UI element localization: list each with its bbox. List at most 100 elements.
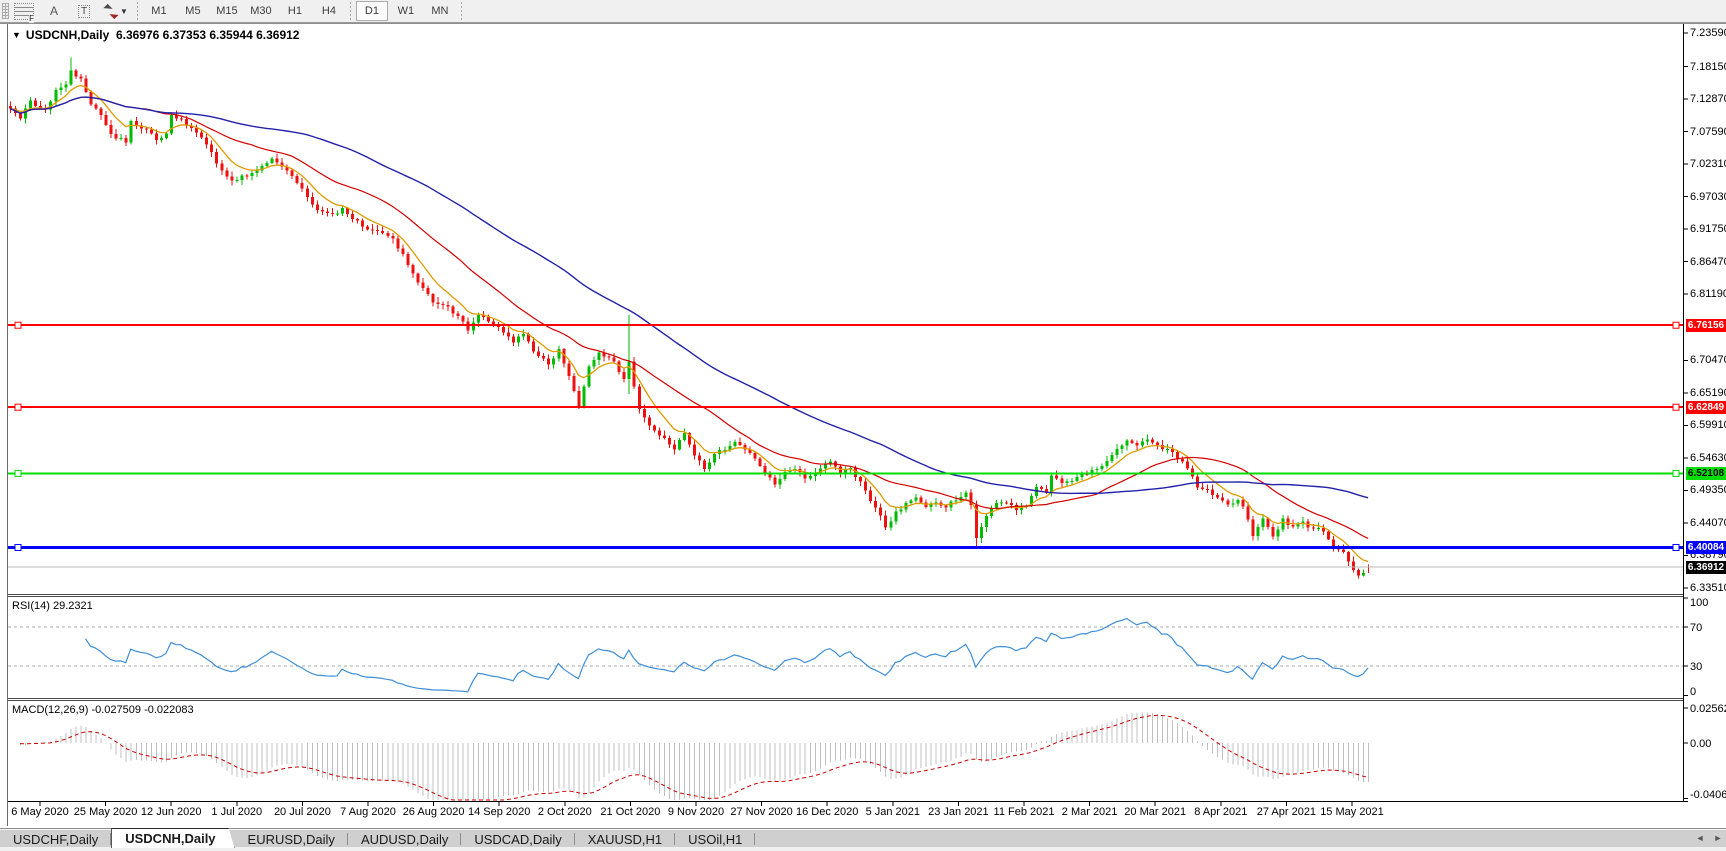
- candle-body: [693, 444, 697, 456]
- candle-body: [647, 417, 651, 426]
- candle-body: [109, 125, 113, 135]
- candle-body: [1009, 502, 1013, 506]
- level-line-6.40084[interactable]: [8, 543, 1683, 551]
- candle-body: [713, 453, 717, 463]
- candle-body: [667, 438, 671, 445]
- rsi-label: RSI(14) 29.2321: [12, 600, 93, 612]
- price-axis-label: 7.18150: [1690, 60, 1726, 73]
- tab-scroll-left-button[interactable]: ◄: [1694, 832, 1706, 844]
- candle-body: [864, 481, 868, 491]
- candle-body: [351, 214, 355, 220]
- candle-body: [1115, 449, 1119, 456]
- level-line-handle[interactable]: [14, 543, 22, 551]
- candle-body: [874, 500, 878, 508]
- candle-body: [330, 212, 334, 214]
- price-axis-label: 7.12870: [1690, 93, 1726, 106]
- candle-body: [1316, 527, 1320, 529]
- candle-body: [1150, 439, 1154, 443]
- candle-body: [542, 355, 546, 359]
- candle-body: [361, 220, 365, 227]
- level-line-6.62849[interactable]: [8, 403, 1683, 411]
- tab-usdcnh-daily[interactable]: USDCNH,Daily: [111, 828, 234, 848]
- candle-body: [275, 158, 279, 163]
- level-line-handle[interactable]: [1672, 321, 1680, 329]
- rsi-axis-label: 30: [1690, 661, 1703, 673]
- price-axis-label: 6.44070: [1690, 516, 1726, 529]
- candle-body: [1155, 442, 1159, 445]
- tab-divider: [754, 833, 756, 845]
- candle-body: [476, 315, 480, 323]
- candle-body: [1135, 443, 1139, 446]
- tab-usdcad-daily[interactable]: USDCAD,Daily: [461, 830, 575, 848]
- candle-body: [225, 170, 229, 177]
- level-line-handle[interactable]: [14, 321, 22, 329]
- candle-body: [180, 118, 184, 120]
- price-axis-label: 7.02310: [1690, 158, 1726, 171]
- level-price-tag: 6.52108: [1686, 466, 1726, 480]
- tab-scroll-right-button[interactable]: ►: [1712, 832, 1724, 844]
- macd-signal-line: [20, 714, 1369, 801]
- tab-usoil-h1[interactable]: USOil,H1: [675, 830, 756, 848]
- candle-body: [642, 409, 646, 418]
- candle-body: [622, 371, 626, 380]
- candle-body: [582, 386, 586, 408]
- candle-body: [270, 158, 274, 163]
- candle-body: [677, 440, 681, 450]
- level-line-handle[interactable]: [14, 469, 22, 477]
- candle-body: [441, 303, 445, 305]
- tab-audusd-daily[interactable]: AUDUSD,Daily: [348, 830, 462, 848]
- tab-usdchf-daily[interactable]: USDCHF,Daily: [0, 830, 112, 848]
- candle-body: [94, 104, 98, 109]
- candle-body: [386, 233, 390, 237]
- candle-body: [1362, 572, 1366, 576]
- rsi-axis-label: 70: [1690, 622, 1703, 634]
- price-axis-label: 7.07590: [1690, 125, 1726, 138]
- tab-eurusd-daily[interactable]: EURUSD,Daily: [235, 830, 348, 848]
- candle-body: [1276, 529, 1280, 537]
- tab-divider: [110, 833, 112, 845]
- level-line-6.76156[interactable]: [8, 321, 1683, 329]
- level-line-handle[interactable]: [1672, 543, 1680, 551]
- price-axis-label: 6.70470: [1690, 354, 1726, 367]
- candle-body: [637, 386, 641, 410]
- candle-body: [1075, 477, 1079, 481]
- candle-body: [698, 455, 702, 461]
- candle-body: [537, 351, 541, 356]
- candle-body: [587, 366, 591, 387]
- candle-body: [436, 302, 440, 304]
- candle-body: [300, 182, 304, 189]
- candle-body: [1040, 487, 1044, 490]
- candle-body: [1251, 519, 1255, 537]
- candle-body: [220, 163, 224, 171]
- candle-body: [884, 515, 888, 528]
- candle-body: [315, 204, 319, 211]
- candle-body: [1105, 460, 1109, 467]
- candle-body: [1165, 448, 1169, 450]
- candle-body: [612, 357, 616, 362]
- level-line-handle[interactable]: [1672, 469, 1680, 477]
- candle-body: [84, 78, 88, 92]
- tab-xauusd-h1[interactable]: XAUUSD,H1: [575, 830, 676, 848]
- candle-body: [195, 128, 199, 133]
- candle-body: [1140, 441, 1144, 446]
- candle-body: [889, 521, 893, 528]
- macd-axis-label: 0.025623: [1690, 702, 1726, 715]
- price-axis-label: 6.86470: [1690, 255, 1726, 268]
- candle-body: [99, 108, 103, 115]
- candle-body: [617, 361, 621, 372]
- level-price-tag: 6.76156: [1686, 318, 1726, 332]
- candle-body: [1271, 526, 1275, 537]
- candle-body: [1055, 475, 1059, 479]
- candle-body: [894, 511, 898, 522]
- candle-body: [1346, 552, 1350, 562]
- candle-body: [29, 100, 33, 109]
- candle-body: [446, 304, 450, 307]
- chart-symbol: USDCNH,Daily: [25, 28, 110, 42]
- level-line-handle[interactable]: [1672, 403, 1680, 411]
- chart-plot-area[interactable]: [0, 0, 1726, 851]
- candle-body: [607, 356, 611, 358]
- level-line-handle[interactable]: [14, 403, 22, 411]
- current-price-tag: 6.36912: [1686, 560, 1726, 574]
- candle-body: [34, 100, 38, 107]
- moving-average-fast: [9, 84, 1369, 563]
